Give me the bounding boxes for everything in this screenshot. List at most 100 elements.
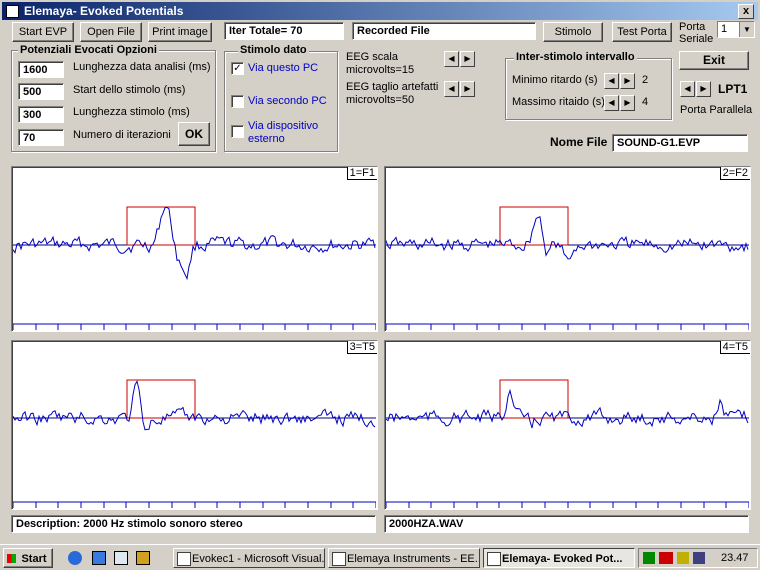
- nome-file-label: Nome File: [550, 135, 608, 149]
- stimulus-window: [126, 379, 196, 419]
- minimo-left-arrow-icon[interactable]: ◀: [604, 73, 619, 89]
- start-stimolo-input[interactable]: 500: [18, 83, 64, 100]
- lunghezza-stimolo-input[interactable]: 300: [18, 106, 64, 123]
- start-stimolo-label: Start dello stimolo (ms): [73, 84, 186, 96]
- wav-file-field: 2000HZA.WAV: [384, 515, 749, 533]
- eeg-plot-1: [13, 206, 376, 330]
- media-player-icon[interactable]: [136, 551, 150, 565]
- eeg-trace: [13, 380, 376, 431]
- lunghezza-stimolo-label: Lunghezza stimolo (ms): [73, 106, 190, 118]
- eeg-panel-2: 2=F2: [384, 166, 751, 332]
- ok-button[interactable]: OK: [178, 122, 210, 146]
- lpt-right-arrow-icon[interactable]: ▶: [696, 81, 711, 97]
- exit-button[interactable]: Exit: [679, 51, 749, 70]
- eeg-plot-4: [386, 379, 749, 508]
- channel-label-2: 2=F2: [719, 167, 750, 180]
- taskbar-item-label: Evokec1 - Microsoft Visual...: [192, 553, 325, 565]
- start-button[interactable]: Start: [3, 548, 53, 568]
- via-secondo-pc-checkbox[interactable]: [231, 95, 244, 108]
- clock: 23.47: [721, 552, 749, 564]
- via-secondo-pc-label: Via secondo PC: [248, 95, 327, 107]
- ati-icon[interactable]: [659, 552, 673, 564]
- inter-stimolo-title: Inter-stimolo intervallo: [514, 51, 637, 63]
- eeg-taglio-left-arrow-icon[interactable]: ◀: [444, 81, 459, 97]
- internet-explorer-icon[interactable]: [68, 551, 82, 565]
- eeg-taglio-right-arrow-icon[interactable]: ▶: [460, 81, 475, 97]
- eeg-plot-2: [386, 206, 749, 330]
- via-questo-pc-label: Via questo PC: [248, 62, 319, 74]
- eeg-plot-3: [13, 379, 376, 508]
- numero-iterazioni-label: Numero di iterazioni: [73, 129, 171, 141]
- lpt-left-arrow-icon[interactable]: ◀: [680, 81, 695, 97]
- taskbar-item-evoked-potentials[interactable]: Elemaya- Evoked Pot...: [483, 548, 635, 568]
- eeg-taglio-label-2: microvolts=50: [346, 94, 415, 106]
- taskbar-item-label: Elemaya- Evoked Pot...: [502, 553, 623, 565]
- via-dispositivo-checkbox[interactable]: [231, 125, 244, 138]
- eeg-panel-3: 3=T5: [11, 340, 378, 510]
- network-icon[interactable]: [693, 552, 705, 564]
- window-icon: [487, 552, 501, 566]
- outlook-icon[interactable]: [92, 551, 106, 565]
- eeg-trace: [386, 216, 749, 260]
- visual-studio-icon: [177, 552, 191, 566]
- iter-totale-field: Iter Totale= 70: [224, 22, 344, 40]
- massimo-right-arrow-icon[interactable]: ▶: [620, 95, 635, 111]
- windows-logo-icon: [7, 554, 16, 563]
- massimo-ritardo-value: 4: [642, 96, 649, 108]
- lpt-label: LPT1: [718, 82, 748, 96]
- test-porta-button[interactable]: Test Porta: [612, 22, 672, 42]
- stimolo-button[interactable]: Stimolo: [543, 22, 603, 42]
- massimo-left-arrow-icon[interactable]: ◀: [604, 95, 619, 111]
- eeg-panel-4: 4=T5: [384, 340, 751, 510]
- channel-label-3: 3=T5: [346, 341, 377, 354]
- eeg-panel-1: 1=F1: [11, 166, 378, 332]
- window-title: Elemaya- Evoked Potentials: [24, 4, 184, 18]
- description-field: Description: 2000 Hz stimolo sonoro ster…: [11, 515, 376, 533]
- recorded-file-field: Recorded File: [352, 22, 536, 40]
- title-bar: Elemaya- Evoked Potentials x: [2, 2, 758, 20]
- via-questo-pc-checkbox[interactable]: ✓: [231, 62, 244, 75]
- minimo-right-arrow-icon[interactable]: ▶: [620, 73, 635, 89]
- eeg-scala-right-arrow-icon[interactable]: ▶: [460, 51, 475, 67]
- channel-label-4: 4=T5: [719, 341, 750, 354]
- app-icon: [6, 5, 19, 18]
- stimulus-window: [126, 206, 196, 246]
- taskbar-item-label: Elemaya Instruments - EE...: [347, 553, 480, 565]
- numero-iterazioni-input[interactable]: 70: [18, 129, 64, 146]
- start-evp-button[interactable]: Start EVP: [12, 22, 74, 42]
- taskbar: Start Evokec1 - Microsoft Visual... Elem…: [0, 544, 760, 570]
- eeg-taglio-label-1: EEG taglio artefatti: [346, 81, 439, 93]
- eeg-trace: [13, 206, 376, 281]
- porta-seriale-value: 1: [721, 23, 728, 35]
- window-icon: [332, 552, 346, 566]
- options-group-title: Potenziali Evocati Opzioni: [18, 44, 159, 56]
- nome-file-field[interactable]: SOUND-G1.EVP: [612, 134, 748, 152]
- main-window: Elemaya- Evoked Potentials x Start EVP O…: [0, 0, 760, 544]
- lunghezza-data-label: Lunghezza data analisi (ms): [73, 61, 211, 73]
- via-dispositivo-label: Via dispositivo esterno: [248, 120, 319, 145]
- lunghezza-data-input[interactable]: 1600: [18, 61, 64, 78]
- start-label: Start: [21, 553, 47, 565]
- eeg-scala-label-1: EEG scala: [346, 51, 398, 63]
- stimulus-window: [499, 379, 569, 419]
- volume-icon[interactable]: [677, 552, 689, 564]
- system-tray: 23.47: [638, 548, 758, 568]
- tray-app-icon[interactable]: [643, 552, 655, 564]
- close-button[interactable]: x: [738, 4, 754, 19]
- channel-label-1: 1=F1: [346, 167, 377, 180]
- chevron-down-icon[interactable]: ▼: [739, 22, 754, 37]
- porta-seriale-select[interactable]: 1 ▼: [717, 21, 755, 38]
- porta-seriale-label: Porta Seriale: [679, 21, 714, 45]
- show-desktop-icon[interactable]: [114, 551, 128, 565]
- stimolo-dato-title: Stimolo dato: [238, 44, 309, 56]
- taskbar-item-visual-studio[interactable]: Evokec1 - Microsoft Visual...: [173, 548, 325, 568]
- inter-stimolo-group: [505, 58, 672, 120]
- eeg-scala-label-2: microvolts=15: [346, 64, 415, 76]
- taskbar-item-elemaya-instruments[interactable]: Elemaya Instruments - EE...: [328, 548, 480, 568]
- minimo-ritardo-value: 2: [642, 74, 649, 86]
- eeg-trace: [386, 388, 749, 429]
- eeg-scala-left-arrow-icon[interactable]: ◀: [444, 51, 459, 67]
- open-file-button[interactable]: Open File: [80, 22, 142, 42]
- print-image-button[interactable]: Print image: [148, 22, 212, 42]
- massimo-ritardo-label: Massimo ritaido (s): [512, 96, 605, 108]
